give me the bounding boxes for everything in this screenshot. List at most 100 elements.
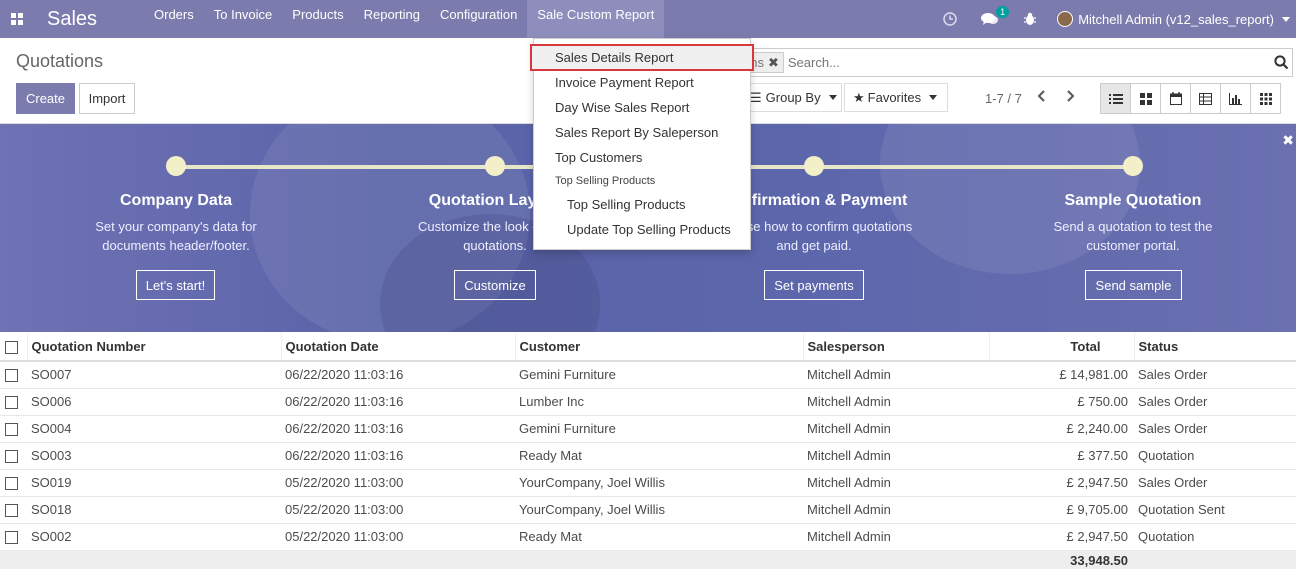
graph-view-icon[interactable] — [1220, 83, 1251, 114]
table-row[interactable]: SO019 05/22/2020 11:03:00 YourCompany, J… — [0, 469, 1296, 497]
pivot-view-icon[interactable] — [1190, 83, 1221, 114]
cell-salesperson: Mitchell Admin — [803, 415, 989, 443]
apps-menu-icon[interactable] — [0, 0, 34, 38]
cell-salesperson: Mitchell Admin — [803, 469, 989, 497]
table-row[interactable]: SO007 06/22/2020 11:03:16 Gemini Furnitu… — [0, 361, 1296, 389]
step-dot — [485, 156, 505, 176]
cell-customer: Gemini Furniture — [515, 415, 803, 443]
clock-icon[interactable] — [943, 12, 957, 26]
favorites-button[interactable]: ★ Favorites — [844, 83, 948, 112]
row-checkbox[interactable] — [0, 361, 27, 389]
menu-item-day-wise-sales-report[interactable]: Day Wise Sales Report — [534, 95, 750, 120]
column-salesperson[interactable]: Salesperson — [803, 333, 990, 362]
column-customer[interactable]: Customer — [515, 333, 804, 362]
grid-view-icon[interactable] — [1250, 83, 1281, 114]
create-button[interactable]: Create — [16, 83, 75, 114]
pager-next-icon[interactable] — [1064, 89, 1076, 106]
pager-previous-icon[interactable] — [1036, 89, 1048, 106]
search-icon[interactable] — [1270, 55, 1292, 70]
calendar-view-icon[interactable] — [1160, 83, 1191, 114]
group-by-button[interactable]: ☰ Group By — [744, 83, 842, 112]
set-payments-button[interactable]: Set payments — [764, 270, 864, 300]
cell-customer: Ready Mat — [515, 523, 803, 551]
close-icon[interactable]: ✖ — [1282, 132, 1294, 149]
cell-customer: YourCompany, Joel Willis — [515, 469, 803, 497]
table-row[interactable]: SO018 05/22/2020 11:03:00 YourCompany, J… — [0, 496, 1296, 524]
send-sample-button[interactable]: Send sample — [1085, 270, 1182, 300]
list-view-icon[interactable] — [1100, 83, 1131, 114]
cell-date: 06/22/2020 11:03:16 — [281, 361, 515, 389]
column-status[interactable]: Status — [1134, 333, 1296, 362]
app-brand: Sales — [47, 7, 98, 30]
cell-status: Quotation — [1134, 442, 1296, 470]
grand-total: 33,948.50 — [989, 550, 1134, 569]
list-icon: ☰ — [750, 89, 762, 105]
pager-value[interactable]: 1-7 / 7 — [985, 91, 1022, 106]
chat-badge: 1 — [996, 6, 1010, 18]
cell-salesperson: Mitchell Admin — [803, 388, 989, 416]
cell-total: £ 14,981.00 — [989, 361, 1134, 389]
row-checkbox[interactable] — [0, 496, 27, 524]
cell-status: Sales Order — [1134, 469, 1296, 497]
row-checkbox[interactable] — [0, 442, 27, 470]
select-all-checkbox[interactable] — [0, 333, 28, 362]
menu-item-sales-details-report[interactable]: Sales Details Report — [530, 44, 754, 71]
menu-item-update-top-selling-products[interactable]: Update Top Selling Products — [534, 217, 750, 242]
menu-to-invoice[interactable]: To Invoice — [204, 0, 283, 38]
menu-item-top-selling-products[interactable]: Top Selling Products — [534, 192, 750, 217]
cell-number: SO003 — [27, 442, 281, 470]
navbar-right: 1 Mitchell Admin (v12_sales_report) — [931, 0, 1296, 38]
column-total[interactable]: Total — [989, 333, 1135, 362]
cell-date: 06/22/2020 11:03:16 — [281, 388, 515, 416]
cell-salesperson: Mitchell Admin — [803, 361, 989, 389]
cell-total: £ 377.50 — [989, 442, 1134, 470]
chat-icon[interactable]: 1 — [981, 6, 1010, 26]
cell-number: SO002 — [27, 523, 281, 551]
menu-sale-custom-report[interactable]: Sale Custom Report — [527, 0, 665, 38]
cell-customer: Ready Mat — [515, 442, 803, 470]
table-row[interactable]: SO004 06/22/2020 11:03:16 Gemini Furnitu… — [0, 415, 1296, 443]
row-checkbox[interactable] — [0, 523, 27, 551]
cell-number: SO019 — [27, 469, 281, 497]
quotations-list: Quotation Number Quotation Date Customer… — [0, 333, 1296, 569]
cell-date: 05/22/2020 11:03:00 — [281, 496, 515, 524]
table-row[interactable]: SO006 06/22/2020 11:03:16 Lumber Inc Mit… — [0, 388, 1296, 416]
import-button[interactable]: Import — [79, 83, 135, 114]
cell-salesperson: Mitchell Admin — [803, 442, 989, 470]
menu-configuration[interactable]: Configuration — [430, 0, 527, 38]
step-title-company-data: Company Data — [119, 192, 233, 209]
user-avatar — [1057, 11, 1074, 27]
menu-item-invoice-payment-report[interactable]: Invoice Payment Report — [534, 70, 750, 95]
row-checkbox[interactable] — [0, 388, 27, 416]
row-checkbox[interactable] — [0, 415, 27, 443]
step-dot — [166, 156, 186, 176]
menu-orders[interactable]: Orders — [144, 0, 204, 38]
lets-start-button[interactable]: Let's start! — [136, 270, 215, 300]
cell-number: SO004 — [27, 415, 281, 443]
main-menu: Orders To Invoice Products Reporting Con… — [144, 0, 665, 38]
kanban-view-icon[interactable] — [1130, 83, 1161, 114]
cell-customer: Lumber Inc — [515, 388, 803, 416]
cell-total: £ 2,947.50 — [989, 469, 1134, 497]
step-dot — [1123, 156, 1143, 176]
chevron-down-icon — [1282, 16, 1290, 22]
cell-total: £ 750.00 — [989, 388, 1134, 416]
menu-item-top-customers[interactable]: Top Customers — [534, 145, 750, 170]
column-quotation-date[interactable]: Quotation Date — [281, 333, 516, 362]
bug-icon[interactable] — [1023, 12, 1037, 26]
menu-item-sales-report-by-saleperson[interactable]: Sales Report By Saleperson — [534, 120, 750, 145]
table-row[interactable]: SO002 05/22/2020 11:03:00 Ready Mat Mitc… — [0, 523, 1296, 551]
column-quotation-number[interactable]: Quotation Number — [27, 333, 282, 362]
menu-products[interactable]: Products — [282, 0, 353, 38]
search-input[interactable] — [787, 55, 1270, 70]
cell-status: Quotation Sent — [1134, 496, 1296, 524]
menu-reporting[interactable]: Reporting — [354, 0, 430, 38]
table-row[interactable]: SO003 06/22/2020 11:03:16 Ready Mat Mitc… — [0, 442, 1296, 470]
favorites-label: Favorites — [867, 90, 922, 105]
user-menu[interactable]: Mitchell Admin (v12_sales_report) — [1057, 11, 1290, 27]
chevron-down-icon — [828, 95, 837, 100]
total-row: 33,948.50 — [0, 550, 1296, 569]
row-checkbox[interactable] — [0, 469, 27, 497]
remove-facet-icon[interactable]: ✖ — [768, 55, 779, 71]
customize-button[interactable]: Customize — [454, 270, 536, 300]
